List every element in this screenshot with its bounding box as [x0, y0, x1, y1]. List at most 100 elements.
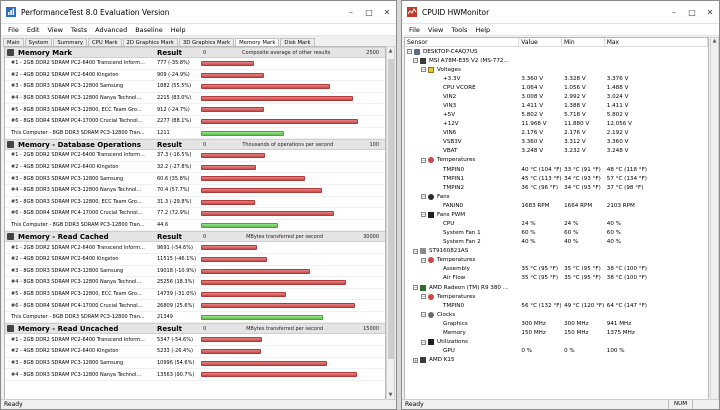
collapse-icon[interactable]: −	[421, 339, 426, 345]
collapse-icon[interactable]: −	[421, 67, 426, 73]
sensor-row[interactable]: System Fan 1 60 % 60 % 60 %	[405, 229, 708, 238]
pt-menu-file[interactable]: File	[4, 26, 23, 34]
sensor-row[interactable]: VIN3 1.411 V 1.388 V 1.411 V	[405, 101, 708, 110]
sensor-row[interactable]: − Temperatures	[405, 256, 708, 265]
column-header-min[interactable]: Min	[562, 38, 605, 46]
this-computer-row[interactable]: This Computer - 8GB DDR3 SDRAM PC3-12800…	[5, 312, 385, 324]
baseline-row[interactable]: #2 - 4GB DDR2 SDRAM PC2-6400 Kingston 115…	[5, 254, 385, 266]
baseline-row[interactable]: #6 - 8GB DDR4 SDRAM PC4-17000 Crucial Te…	[5, 300, 385, 312]
sensor-row[interactable]: Assembly 35 °C (95 °F) 35 °C (95 °F) 38 °C …	[405, 265, 708, 274]
baseline-row[interactable]: #5 - 8GB DDR3 SDRAM PC3-12800, ECC Team …	[5, 197, 385, 209]
pt-menu-help[interactable]: Help	[167, 26, 190, 34]
baseline-row[interactable]: #2 - 4GB DDR2 SDRAM PC2-6400 Kingston 32.…	[5, 162, 385, 174]
hw-menu-help[interactable]: Help	[471, 26, 494, 34]
sensor-row[interactable]: VBAT 3.248 V 3.232 V 3.248 V	[405, 147, 708, 156]
baseline-row[interactable]: #4 - 8GB DDR3 SDRAM PC3-12800 Nanya Tech…	[5, 369, 385, 381]
minimize-icon[interactable]: –	[342, 1, 360, 24]
sensor-row[interactable]: +12V 11.968 V 11.880 V 12.056 V	[405, 120, 708, 129]
sensor-row[interactable]: − Utilizations	[405, 338, 708, 347]
expand-icon[interactable]: +	[413, 357, 418, 363]
sensor-row[interactable]: − Temperatures	[405, 156, 708, 165]
pt-titlebar[interactable]: PerformanceTest 8.0 Evaluation Version –…	[1, 1, 396, 24]
collapse-icon[interactable]: −	[413, 58, 418, 64]
collapse-icon[interactable]: −	[421, 312, 426, 318]
hw-vertical-scrollbar[interactable]: ▲	[710, 37, 719, 401]
column-header-value[interactable]: Value	[519, 38, 562, 46]
sensor-row[interactable]: TMPIN2 36 °C (96 °F) 34 °C (93 °F) 37 °C (9…	[405, 183, 708, 192]
section-header[interactable]: Memory - Database Operations Result 0 Thous…	[5, 139, 385, 151]
sensor-row[interactable]: − Fans	[405, 192, 708, 201]
sensor-row[interactable]: CPU VCORE 1.064 V 1.056 V 1.488 V	[405, 83, 708, 92]
baseline-row[interactable]: #6 - 8GB DDR4 SDRAM PC4-17000 Crucial Te…	[5, 208, 385, 220]
result-column-header[interactable]: Result	[155, 49, 199, 57]
baseline-row[interactable]: #5 - 8GB DDR3 SDRAM PC3-12800, ECC Team …	[5, 104, 385, 116]
baseline-row[interactable]: #3 - 8GB DDR3 SDRAM PC3-12800 Samsung 109…	[5, 358, 385, 370]
pt-menu-edit[interactable]: Edit	[23, 26, 44, 34]
sensor-row[interactable]: − MSI A78M-E35 V2 (MS-772...	[405, 56, 708, 65]
sensor-row[interactable]: GPU 0 % 0 % 100 %	[405, 347, 708, 356]
scroll-up-icon[interactable]: ▲	[711, 38, 718, 44]
collapse-icon[interactable]: −	[407, 49, 412, 55]
sensor-row[interactable]: TMPIN1 45 °C (113 °F) 34 °C (93 °F) 57 °C (…	[405, 174, 708, 183]
close-icon[interactable]: ✕	[701, 1, 719, 24]
hw-titlebar[interactable]: CPUID HWMonitor – □ ✕	[402, 1, 719, 24]
sensor-row[interactable]: VSB3V 3.360 V 3.312 V 3.360 V	[405, 138, 708, 147]
sensor-row[interactable]: +5V 5.802 V 5.718 V 5.802 V	[405, 111, 708, 120]
sensor-row[interactable]: − Voltages	[405, 65, 708, 74]
hw-menu-file[interactable]: File	[405, 26, 424, 34]
column-header-max[interactable]: Max	[605, 38, 708, 46]
sensor-row[interactable]: System Fan 2 40 % 40 % 40 %	[405, 238, 708, 247]
result-column-header[interactable]: Result	[155, 141, 199, 149]
sensor-row[interactable]: TMPIN0 40 °C (104 °F) 33 °C (91 °F) 48 °C (…	[405, 165, 708, 174]
baseline-row[interactable]: #4 - 8GB DDR3 SDRAM PC3-12800 Nanya Tech…	[5, 185, 385, 197]
baseline-row[interactable]: #5 - 8GB DDR3 SDRAM PC3-12800, ECC Team …	[5, 289, 385, 301]
sensor-row[interactable]: TMPIN0 56 °C (132 °F) 49 °C (120 °F) 64 °C …	[405, 301, 708, 310]
sensor-row[interactable]: CPU 24 % 24 % 40 %	[405, 219, 708, 228]
pt-menu-baseline[interactable]: Baseline	[131, 26, 167, 34]
sensor-row[interactable]: − Temperatures	[405, 292, 708, 301]
baseline-row[interactable]: #1 - 2GB DDR2 SDRAM PC2-6400 Transcend I…	[5, 334, 385, 347]
section-header[interactable]: Memory Mark Result 0 Composite average of o…	[5, 47, 385, 58]
column-header-sensor[interactable]: Sensor	[405, 38, 520, 46]
baseline-row[interactable]: #4 - 8GB DDR3 SDRAM PC3-12800 Nanya Tech…	[5, 277, 385, 289]
maximize-icon[interactable]: □	[360, 1, 378, 24]
collapse-icon[interactable]: −	[413, 248, 418, 254]
baseline-row[interactable]: #1 - 2GB DDR2 SDRAM PC2-6400 Transcend I…	[5, 58, 385, 70]
sensor-row[interactable]: Graphics 300 MHz 300 MHz 941 MHz	[405, 319, 708, 328]
pt-menu-view[interactable]: View	[43, 26, 66, 34]
sensor-row[interactable]: FANIN0 1683 RPM 1664 RPM 2103 RPM	[405, 201, 708, 210]
pt-menu-tests[interactable]: Tests	[67, 26, 91, 34]
result-column-header[interactable]: Result	[155, 325, 199, 333]
sensor-row[interactable]: VIN6 2.176 V 2.176 V 2.192 V	[405, 129, 708, 138]
baseline-row[interactable]: #4 - 8GB DDR3 SDRAM PC3-12800 Nanya Tech…	[5, 93, 385, 105]
baseline-row[interactable]: #2 - 4GB DDR2 SDRAM PC2-6400 Kingston 523…	[5, 346, 385, 358]
collapse-icon[interactable]: −	[421, 294, 426, 300]
this-computer-row[interactable]: This Computer - 8GB DDR3 SDRAM PC3-12800…	[5, 220, 385, 232]
section-header[interactable]: Memory - Read Cached Result 0 MBytes transf…	[5, 231, 385, 243]
baseline-row[interactable]: #2 - 4GB DDR2 SDRAM PC2-6400 Kingston 909…	[5, 70, 385, 82]
collapse-icon[interactable]: −	[421, 212, 426, 218]
collapse-icon[interactable]: −	[421, 194, 426, 200]
collapse-icon[interactable]: −	[421, 157, 426, 163]
sensor-row[interactable]: +3.3V 3.360 V 3.328 V 3.376 V	[405, 74, 708, 83]
baseline-row[interactable]: #1 - 2GB DDR2 SDRAM PC2-6400 Transcend I…	[5, 242, 385, 254]
baseline-row[interactable]: #3 - 8GB DDR3 SDRAM PC3-12800 Samsung 188…	[5, 81, 385, 93]
sensor-row[interactable]: − ST9160821AS	[405, 247, 708, 256]
baseline-row[interactable]: #3 - 8GB DDR3 SDRAM PC3-12800 Samsung 190…	[5, 266, 385, 278]
sensor-row[interactable]: + AMD K15	[405, 356, 708, 365]
minimize-icon[interactable]: –	[665, 1, 683, 24]
pt-menu-advanced[interactable]: Advanced	[91, 26, 131, 34]
baseline-row[interactable]: #3 - 8GB DDR3 SDRAM PC3-12800 Samsung 60.…	[5, 173, 385, 185]
maximize-icon[interactable]: □	[683, 1, 701, 24]
scroll-up-icon[interactable]: ▲	[387, 47, 394, 56]
collapse-icon[interactable]: −	[421, 257, 426, 263]
sensor-row[interactable]: VIN2 3.008 V 2.992 V 3.024 V	[405, 92, 708, 101]
scrollbar-thumb[interactable]	[388, 59, 394, 359]
this-computer-row[interactable]: This Computer - 8GB DDR3 SDRAM PC3-12800…	[5, 128, 385, 140]
hw-menu-tools[interactable]: Tools	[447, 26, 471, 34]
baseline-row[interactable]: #1 - 2GB DDR2 SDRAM PC2-6400 Transcend I…	[5, 150, 385, 162]
sensor-row[interactable]: − Fans PWM	[405, 210, 708, 219]
result-column-header[interactable]: Result	[155, 233, 199, 241]
sensor-row[interactable]: Memory 150 MHz 150 MHz 1375 MHz	[405, 328, 708, 337]
close-icon[interactable]: ✕	[378, 1, 396, 24]
